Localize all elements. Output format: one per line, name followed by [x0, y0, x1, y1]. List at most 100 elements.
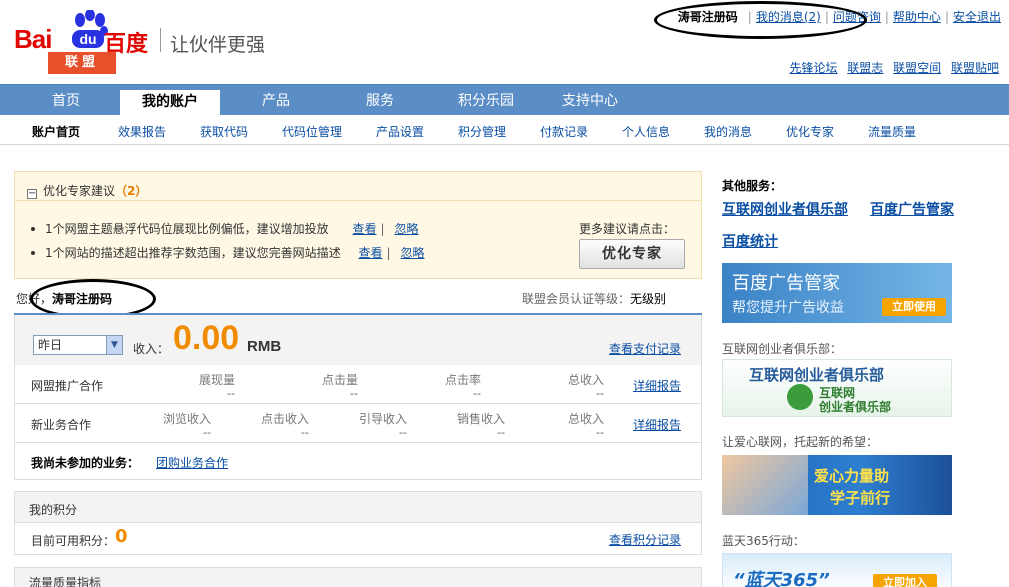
coop-name: 网盟推广合作	[31, 379, 104, 393]
tip-view-link[interactable]: 查看	[358, 246, 382, 260]
subnav-traffic-quality[interactable]: 流量质量	[868, 123, 916, 140]
service-link-startup-club[interactable]: 互联网创业者俱乐部	[722, 199, 848, 219]
union-tieba-link[interactable]: 联盟贴吧	[951, 61, 999, 75]
advice-tip: 1个网站的描述超出推荐字数范围，建议您完善网站描述 查看 | 忽略	[31, 244, 425, 261]
collapse-icon[interactable]: −	[27, 189, 37, 199]
greeting: 您好，涛哥注册码	[16, 290, 112, 307]
payment-records-link[interactable]: 查看支付记录	[609, 340, 681, 357]
coop-col: 点击收入 --	[260, 412, 309, 439]
tip-text: 1个网盟主题悬浮代码位展现比例偏低，建议增加投放	[45, 222, 329, 236]
not-joined-row: 我尚未参加的业务： 团购业务合作	[14, 443, 702, 480]
banner-line: 爱心力量助	[814, 467, 890, 485]
tip-ignore-link[interactable]: 忽略	[395, 222, 419, 236]
subnav-optimizer[interactable]: 优化专家	[786, 123, 834, 140]
coop-col: 销售收入 --	[456, 412, 505, 439]
union-journal-link[interactable]: 联盟志	[847, 61, 883, 75]
income-label: 收入：	[133, 342, 170, 356]
advice-divider	[15, 200, 701, 201]
logo-union-badge: 联盟	[48, 52, 116, 74]
coop-col: 点击量 --	[321, 373, 358, 400]
tip-view-link[interactable]: 查看	[352, 222, 376, 236]
more-advice-text: 更多建议请点击：	[578, 222, 675, 236]
points-records-link[interactable]: 查看积分记录	[609, 531, 681, 548]
subnav-profile[interactable]: 个人信息	[622, 123, 670, 140]
slogan-divider	[160, 28, 161, 52]
coop-col: 总收入 --	[567, 373, 604, 400]
income-panel: 昨日 ▼ 收入： 0.00 RMB 查看支付记录	[14, 315, 702, 365]
nav-services[interactable]: 服务	[330, 85, 430, 116]
charity-banner[interactable]: 爱心力量助 学子前行	[722, 455, 952, 515]
children-photo	[722, 455, 808, 515]
baidu-union-logo[interactable]: Bai du 百度 联盟	[14, 10, 154, 76]
traffic-quality-header: 流量质量指标	[14, 567, 702, 587]
sub-nav: 账户首页 效果报告 获取代码 代码位管理 产品设置 积分管理 付款记录 个人信息…	[0, 115, 1009, 145]
consult-link[interactable]: 问题咨询	[833, 10, 881, 24]
blue-sky-caption: 蓝天365行动：	[722, 534, 805, 548]
optimizer-button[interactable]: 优化专家	[579, 239, 685, 269]
messages-link[interactable]: 我的消息(2)	[756, 10, 821, 24]
not-joined-label: 我尚未参加的业务：	[31, 456, 140, 470]
subnav-payments[interactable]: 付款记录	[540, 123, 588, 140]
tip-text: 1个网站的描述超出推荐字数范围，建议您完善网站描述	[45, 246, 341, 260]
advice-title: 优化专家建议	[43, 184, 116, 198]
logout-link[interactable]: 安全退出	[953, 10, 1001, 24]
tip-ignore-link[interactable]: 忽略	[401, 246, 425, 260]
advice-tip: 1个网盟主题悬浮代码位展现比例偏低，建议增加投放 查看 | 忽略	[31, 220, 419, 237]
top-links: 涛哥注册码 | 我的消息(2) | 问题咨询 | 帮助中心 | 安全退出	[677, 10, 1001, 24]
greeting-username: 涛哥注册码	[52, 292, 113, 306]
subnav-messages[interactable]: 我的消息	[704, 123, 752, 140]
join-now-button[interactable]: 立即加入	[873, 574, 937, 587]
other-services-title: 其他服务：	[722, 179, 783, 193]
period-select-value: 昨日	[38, 338, 63, 352]
chevron-down-icon[interactable]: ▼	[106, 336, 122, 354]
coop-col: 总收入 --	[567, 412, 604, 439]
nav-home[interactable]: 首页	[16, 85, 116, 116]
subnav-points-manage[interactable]: 积分管理	[458, 123, 506, 140]
logo-bai-text: Bai	[14, 24, 52, 54]
help-center-link[interactable]: 帮助中心	[893, 10, 941, 24]
advice-title-row[interactable]: − 优化专家建议（2）	[27, 182, 147, 199]
subnav-code-slots[interactable]: 代码位管理	[282, 123, 342, 140]
nav-points-park[interactable]: 积分乐园	[436, 85, 536, 116]
points-label: 目前可用积分：	[31, 534, 116, 548]
coop-row-network: 网盟推广合作 展现量 -- 点击量 -- 点击率 -- 总收入 -- 详细报告	[14, 365, 702, 404]
subnav-get-code[interactable]: 获取代码	[200, 123, 248, 140]
banner-title: 互联网创业者俱乐部	[749, 366, 885, 384]
subnav-reports[interactable]: 效果报告	[118, 123, 166, 140]
service-link-ad-manager[interactable]: 百度广告管家	[870, 199, 954, 219]
group-buy-link[interactable]: 团购业务合作	[156, 454, 228, 471]
main-nav: 首页 我的账户 产品 服务 积分乐园 支持中心	[0, 84, 1009, 116]
nav-products[interactable]: 产品	[226, 85, 326, 116]
service-link-baidu-stats[interactable]: 百度统计	[722, 231, 778, 251]
banner-title: “蓝天365”	[733, 570, 830, 587]
startup-club-banner[interactable]: 互联网创业者俱乐部 互联网 创业者俱乐部	[722, 359, 952, 417]
use-now-button[interactable]: 立即使用	[882, 298, 946, 316]
bullet-icon	[31, 227, 35, 231]
nav-my-account[interactable]: 我的账户	[120, 90, 220, 116]
income-unit: RMB	[247, 338, 282, 355]
community-links: 先锋论坛 联盟志 联盟空间 联盟贴吧	[783, 59, 999, 76]
bullet-icon	[31, 251, 35, 255]
coop-col: 引导收入 --	[358, 412, 407, 439]
member-level-value: 无级别	[630, 292, 667, 306]
ad-manager-banner[interactable]: 百度广告管家 帮您提升广告收益 立即使用	[722, 263, 952, 323]
logo-du-text: du	[72, 30, 104, 48]
member-level-label: 联盟会员认证等级：	[522, 292, 631, 306]
period-select[interactable]: 昨日 ▼	[33, 335, 123, 355]
detail-report-link[interactable]: 详细报告	[633, 377, 681, 394]
detail-report-link[interactable]: 详细报告	[633, 416, 681, 433]
coop-col: 展现量 --	[198, 373, 235, 400]
greeting-prefix: 您好，	[16, 292, 53, 306]
points-title: 我的积分	[29, 503, 78, 517]
member-level: 联盟会员认证等级：无级别	[522, 290, 666, 307]
banner-line: 学子前行	[830, 489, 891, 507]
nav-support[interactable]: 支持中心	[540, 85, 640, 116]
points-body: 目前可用积分： 0 查看积分记录	[14, 523, 702, 555]
union-space-link[interactable]: 联盟空间	[893, 61, 941, 75]
subnav-product-settings[interactable]: 产品设置	[376, 123, 424, 140]
forum-link[interactable]: 先锋论坛	[789, 61, 837, 75]
banner-title: 百度广告管家	[732, 273, 840, 294]
coop-name: 新业务合作	[31, 418, 92, 432]
subnav-account-home[interactable]: 账户首页	[32, 123, 80, 140]
blue-sky-banner[interactable]: “蓝天365” 立即加入	[722, 553, 952, 587]
